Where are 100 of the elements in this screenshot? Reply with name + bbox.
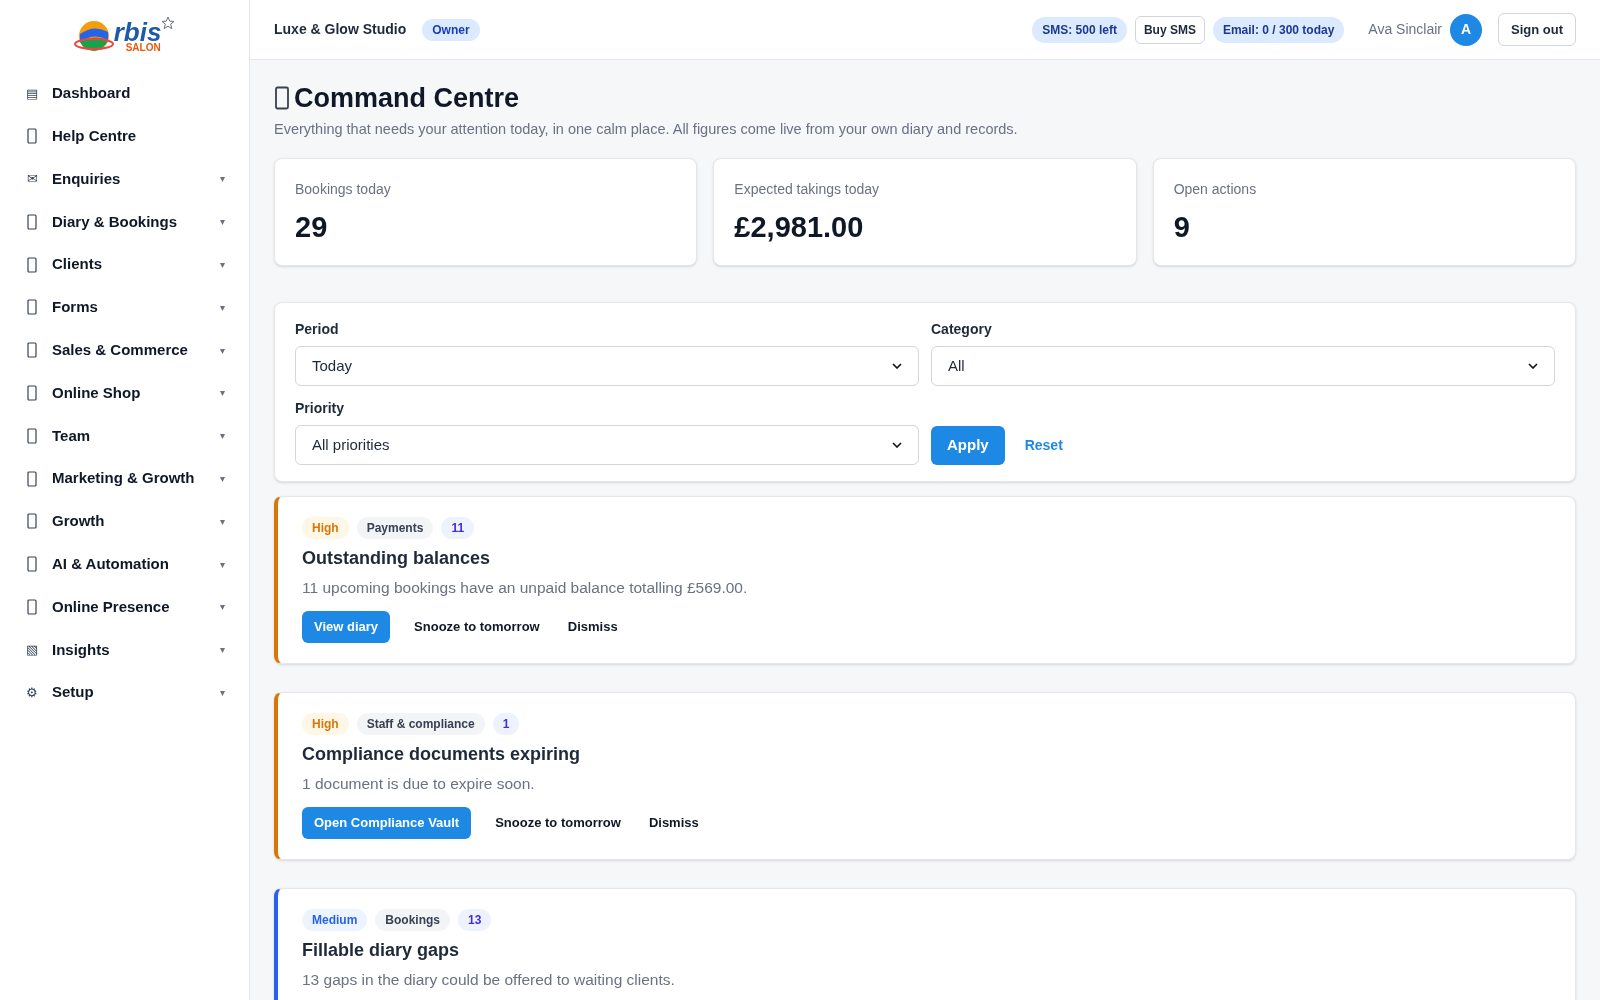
sidebar-item[interactable]: Marketing & Growth ▾ — [0, 457, 249, 500]
stat-value: £2,981.00 — [734, 210, 865, 245]
caret-icon: ▾ — [220, 171, 225, 187]
caret-icon: ▾ — [220, 599, 225, 615]
avatar[interactable]: A — [1450, 13, 1482, 46]
priority-tag: High — [302, 517, 349, 539]
box-icon — [27, 342, 37, 359]
caret-icon: ▾ — [220, 385, 225, 401]
chevron-down-icon — [1528, 363, 1538, 369]
box-icon — [27, 513, 37, 530]
sidebar-item[interactable]: Growth ▾ — [0, 499, 249, 543]
priority-select[interactable]: All priorities — [295, 425, 919, 465]
field-label: Period — [295, 320, 340, 339]
sidebar-item[interactable]: ⚙ Setup ▾ — [0, 671, 249, 714]
sidebar-label: Online Presence — [52, 596, 171, 617]
caret-icon: ▾ — [220, 556, 225, 572]
sidebar-item[interactable]: Clients ▾ — [0, 243, 249, 286]
reset-link[interactable]: Reset — [1024, 426, 1063, 465]
sidebar-label: Online Shop — [52, 382, 142, 403]
sidebar-item[interactable]: Team ▾ — [0, 414, 249, 458]
box-icon — [27, 598, 37, 615]
snooze-button[interactable]: Snooze to tomorrow — [491, 813, 625, 833]
sidebar-label: Marketing & Growth — [52, 468, 196, 489]
logo[interactable]: rbis SALON — [73, 0, 176, 72]
category-tag: Staff & compliance — [356, 713, 485, 735]
stat-label: Bookings today — [295, 180, 392, 199]
caret-icon: ▾ — [220, 257, 225, 273]
alert-title: Compliance documents expiring — [302, 743, 582, 766]
box-icon — [27, 256, 37, 273]
box-icon — [27, 556, 37, 573]
user-name: Ava Sinclair — [1368, 20, 1442, 39]
category-tag: Bookings — [375, 909, 450, 931]
sidebar-label: Team — [52, 425, 92, 446]
page-title: Command Centre — [294, 81, 520, 115]
caret-icon: ▾ — [220, 685, 225, 701]
sidebar-item[interactable]: ▤ Dashboard — [0, 72, 249, 115]
apply-button[interactable]: Apply — [931, 426, 1005, 465]
period-select[interactable]: Today — [295, 346, 919, 386]
sidebar-label: Forms — [52, 297, 99, 318]
priority-tag: High — [302, 713, 349, 735]
count-badge: 11 — [441, 517, 475, 539]
sidebar-label: Sales & Commerce — [52, 339, 189, 360]
caret-icon: ▾ — [220, 471, 225, 487]
caret-icon: ▾ — [220, 513, 225, 529]
sidebar-item[interactable]: AI & Automation ▾ — [0, 542, 249, 586]
menu-icon: ▤ — [24, 83, 40, 104]
buy-sms-button[interactable]: Buy SMS — [1134, 15, 1205, 44]
sidebar-label: AI & Automation — [52, 553, 170, 574]
sidebar-item[interactable]: Forms ▾ — [0, 286, 249, 329]
chevron-down-icon — [892, 363, 902, 369]
sidebar-item[interactable]: ✉ Enquiries ▾ — [0, 157, 249, 201]
sidebar-label: Help Centre — [52, 125, 138, 146]
business-name: Luxe & Glow Studio — [274, 20, 407, 39]
alert-description: 11 upcoming bookings have an unpaid balance totalling £569.00. — [302, 578, 749, 598]
sidebar-item[interactable]: Diary & Bookings ▾ — [0, 200, 249, 244]
sidebar-item[interactable]: Online Presence ▾ — [0, 585, 249, 629]
category-select[interactable]: All — [931, 346, 1555, 386]
sign-out-button[interactable]: Sign out — [1498, 12, 1576, 47]
box-icon — [27, 470, 37, 487]
sidebar-item[interactable]: Help Centre — [0, 114, 249, 158]
sidebar-label: Clients — [52, 254, 103, 275]
box-icon — [27, 213, 37, 230]
alert-title: Outstanding balances — [302, 547, 492, 570]
snooze-button[interactable]: Snooze to tomorrow — [410, 617, 544, 637]
stat-label: Open actions — [1173, 180, 1258, 199]
dismiss-button[interactable]: Dismiss — [563, 617, 622, 637]
priority-tag: Medium — [302, 909, 368, 931]
category-tag: Payments — [356, 517, 434, 539]
alert-description: 13 gaps in the diary could be offered to waiting clients. — [302, 970, 676, 990]
email-badge: Email: 0 / 300 today — [1212, 16, 1345, 43]
sidebar-label: Diary & Bookings — [52, 211, 179, 232]
alert-title: Fillable diary gaps — [302, 939, 461, 962]
menu-icon: ✉ — [24, 169, 40, 189]
caret-icon: ▾ — [220, 214, 225, 230]
box-icon — [27, 427, 37, 444]
page-subtitle: Everything that needs your attention today, in one calm place. All figures come live from your own diary and records. — [274, 120, 1019, 139]
field-label: Category — [931, 320, 993, 339]
menu-icon: ▧ — [24, 640, 40, 660]
caret-icon: ▾ — [220, 299, 225, 315]
sidebar-item[interactable]: Online Shop ▾ — [0, 371, 249, 415]
stat-value: 9 — [1173, 210, 1191, 245]
sidebar-item[interactable]: ▧ Insights ▾ — [0, 628, 249, 672]
sidebar-label: Dashboard — [52, 83, 132, 104]
sidebar-label: Insights — [52, 639, 111, 660]
primary-action-button[interactable]: View diary — [302, 611, 391, 643]
dismiss-button[interactable]: Dismiss — [644, 813, 703, 833]
count-badge: 13 — [458, 909, 492, 931]
primary-action-button[interactable]: Open Compliance Vault — [302, 807, 472, 839]
sidebar-label: Growth — [52, 511, 106, 532]
sidebar-label: Enquiries — [52, 168, 122, 189]
sidebar-item[interactable]: Sales & Commerce ▾ — [0, 328, 249, 372]
box-icon — [274, 86, 290, 110]
stat-label: Expected takings today — [734, 180, 881, 199]
box-icon — [27, 384, 37, 401]
role-badge: Owner — [422, 18, 480, 41]
box-icon — [27, 128, 37, 145]
alert-description: 1 document is due to expire soon. — [302, 774, 536, 794]
caret-icon: ▾ — [220, 642, 225, 658]
menu-icon: ⚙ — [24, 682, 40, 703]
sidebar-label: Setup — [52, 682, 95, 703]
